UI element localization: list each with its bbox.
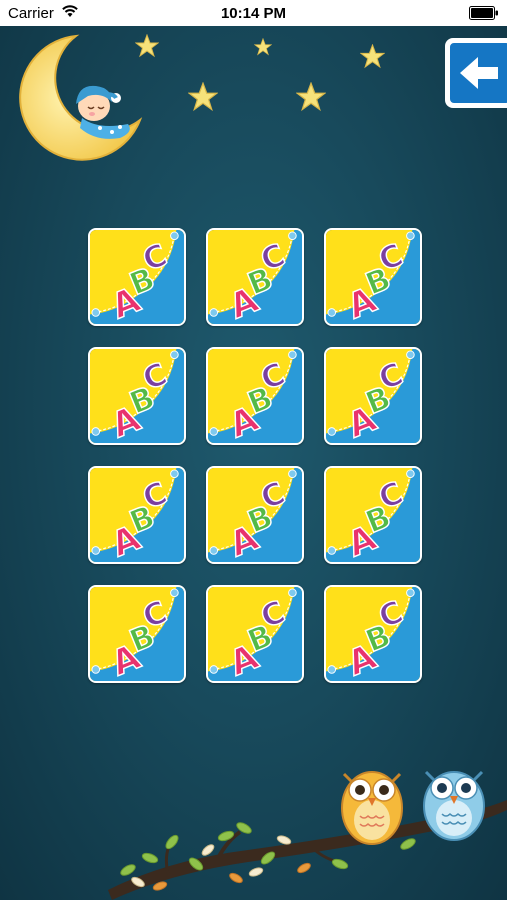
memory-card[interactable]: ABC — [324, 347, 422, 445]
sleeping-baby-moon-icon — [19, 34, 143, 161]
abc-card-back-icon: ABC — [208, 468, 302, 562]
abc-card-back-icon: ABC — [326, 587, 420, 681]
memory-card[interactable]: ABC — [324, 585, 422, 683]
abc-card-back-icon: ABC — [208, 230, 302, 324]
abc-card-back-icon: ABC — [208, 587, 302, 681]
memory-card[interactable]: ABC — [206, 466, 304, 564]
memory-card[interactable]: ABC — [324, 228, 422, 326]
back-button-face[interactable] — [450, 43, 507, 103]
abc-card-back-icon: ABC — [208, 349, 302, 443]
memory-card[interactable]: ABC — [88, 585, 186, 683]
abc-card-back-icon: ABC — [326, 230, 420, 324]
memory-card[interactable]: ABC — [88, 466, 186, 564]
status-time: 10:14 PM — [220, 5, 287, 22]
memory-card[interactable]: ABC — [324, 466, 422, 564]
abc-card-back-icon: ABC — [90, 468, 184, 562]
owls-on-branch-illustration — [108, 770, 507, 900]
arrow-left-icon — [460, 57, 498, 89]
status-bar: Carrier 10:14 PM — [0, 0, 507, 26]
memory-card[interactable]: ABC — [88, 347, 186, 445]
memory-card[interactable]: ABC — [88, 228, 186, 326]
star-icon — [135, 34, 159, 58]
abc-card-back-icon: ABC — [90, 230, 184, 324]
memory-card[interactable]: ABC — [206, 585, 304, 683]
star-icon — [254, 38, 272, 56]
star-icon — [360, 44, 385, 69]
abc-card-back-icon: ABC — [90, 349, 184, 443]
battery-icon — [469, 6, 498, 20]
memory-card[interactable]: ABC — [206, 228, 304, 326]
abc-card-back-icon: ABC — [90, 587, 184, 681]
abc-card-back-icon: ABC — [326, 349, 420, 443]
memory-card[interactable]: ABC — [206, 347, 304, 445]
star-icon — [188, 82, 218, 112]
abc-card-back-icon: ABC — [326, 468, 420, 562]
back-button[interactable] — [445, 38, 507, 108]
memory-card-grid: ABC ABC ABC ABC ABC ABC ABC ABC ABC ABC ABC ABC — [88, 228, 424, 683]
star-icon — [296, 82, 326, 112]
